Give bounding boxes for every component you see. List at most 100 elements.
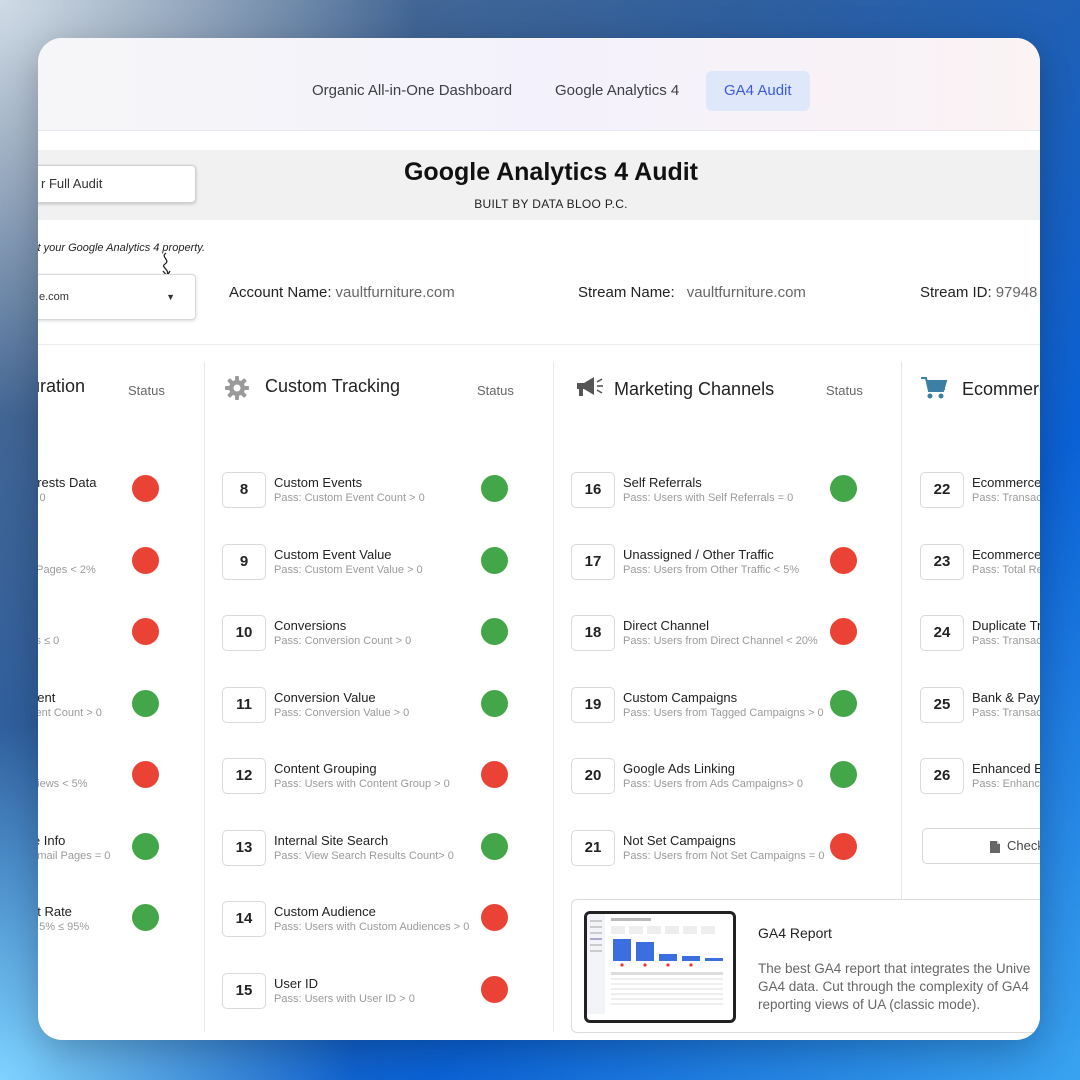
- check-pass-criteria: Pass: Custom Event Count > 0: [274, 492, 425, 504]
- document-icon: [989, 829, 1001, 863]
- check-number-badge: 16: [571, 472, 615, 508]
- section-divider: [38, 344, 1040, 345]
- report-thumbnail: [584, 911, 736, 1023]
- check-number-badge: 12: [222, 758, 266, 794]
- page-title: Google Analytics 4 Audit: [403, 158, 699, 186]
- tab-ga4-audit[interactable]: GA4 Audit: [706, 71, 810, 111]
- page-subtitle: BUILT BY DATA BLOO P.C.: [474, 197, 628, 211]
- check-number-badge: 17: [571, 543, 615, 580]
- property-select-value: e.com: [39, 291, 69, 303]
- status-fail-indicator: [132, 618, 159, 645]
- check-title: Not Set Campaigns: [623, 832, 736, 848]
- report-description: The best GA4 report that integrates the …: [758, 960, 1040, 1014]
- check-pass-criteria: Pass: Transacti: [972, 635, 1040, 647]
- check-pass-criteria: Pass: Users with Custom Audiences > 0: [274, 921, 470, 933]
- check-title: Content Grouping: [274, 761, 377, 776]
- check-pass-criteria: t Pages < 2%: [38, 563, 96, 576]
- tab-google-analytics-4[interactable]: Google Analytics 4: [537, 71, 697, 111]
- check-number-badge: 11: [222, 686, 266, 723]
- check-pass-criteria: Pass: Users from Tagged Campaigns > 0: [623, 706, 824, 719]
- chevron-down-icon: ▼: [166, 292, 175, 302]
- check-pass-criteria: Pass: View Search Results Count> 0: [274, 849, 454, 862]
- megaphone-icon: [577, 377, 603, 396]
- report-description-line: reporting views of UA (classic mode).: [758, 997, 981, 1012]
- status-pass-indicator: [481, 832, 508, 860]
- column-title-marketing-channels: Marketing Channels: [614, 379, 775, 399]
- check-pass-criteria: > 0: [38, 492, 46, 504]
- check-pass-criteria: Pass: Users with Self Referrals = 0: [623, 492, 794, 504]
- check-title: nent: [38, 689, 56, 705]
- status-fail-indicator: [481, 761, 508, 788]
- check-pass-criteria: Pass: Users from Other Traffic < 5%: [623, 563, 800, 576]
- check-pass-criteria: Pass: Users from Not Set Campaigns = 0: [623, 849, 825, 862]
- column-status-label: Status: [477, 383, 514, 398]
- status-fail-indicator: [481, 975, 508, 1003]
- column-title-custom-tracking: Custom Tracking: [265, 376, 401, 396]
- status-pass-indicator: [132, 832, 159, 860]
- check-title: Unassigned / Other Traffic: [623, 546, 774, 562]
- check-button-label: Check: [1007, 838, 1040, 853]
- check-pass-criteria: Pass: Transacti: [972, 706, 1040, 719]
- property-hint: ct your Google Analytics 4 property.: [38, 242, 206, 254]
- stream-name-value: vaultfurniture.com: [686, 284, 806, 301]
- column-status-label: Status: [128, 383, 165, 398]
- check-title: Custom Events: [274, 475, 363, 490]
- stream-id-label: Stream ID:: [920, 284, 992, 301]
- check-title: Duplicate Tra: [972, 618, 1040, 633]
- check-button[interactable]: Check: [922, 828, 1040, 864]
- check-title: Custom Audience: [274, 904, 376, 919]
- check-pass-criteria: Pass: Custom Event Value > 0: [274, 563, 423, 576]
- stream-id: Stream ID: 97948: [920, 284, 1037, 301]
- check-pass-criteria: Pass: Conversion Count > 0: [274, 635, 412, 647]
- status-fail-indicator: [830, 832, 857, 860]
- stream-name-label: Stream Name:: [578, 284, 675, 301]
- check-title: User ID: [274, 975, 319, 991]
- check-pass-criteria: Pass: Users from Ads Campaigns> 0: [623, 778, 804, 790]
- check-pass-criteria: Email Pages = 0: [38, 849, 111, 862]
- account-name: Account Name: vaultfurniture.com: [229, 284, 455, 301]
- check-pass-criteria: Pass: Users with Content Group > 0: [274, 778, 450, 790]
- check-title: Ecommerce: [972, 546, 1040, 562]
- ga4-report-card[interactable]: GA4 Report The best GA4 report that inte…: [571, 899, 1040, 1033]
- check-title: Bank & Paym: [972, 689, 1040, 705]
- account-name-label: Account Name:: [229, 284, 332, 301]
- status-fail-indicator: [132, 546, 159, 574]
- status-fail-indicator: [830, 618, 857, 645]
- dashboard-window: Organic All-in-One Dashboard Google Anal…: [38, 38, 1040, 1040]
- check-pass-criteria: vs ≤ 0: [38, 635, 60, 647]
- report-title: GA4 Report: [758, 925, 832, 941]
- check-number-badge: 26: [920, 758, 964, 794]
- check-pass-criteria: Pass: Total Rev: [972, 563, 1040, 576]
- check-number-badge: 15: [222, 972, 266, 1009]
- check-title: le Info: [38, 832, 66, 848]
- column-divider: [204, 362, 205, 1032]
- check-pass-criteria: Pass: Enhance: [972, 778, 1040, 790]
- status-pass-indicator: [830, 475, 857, 502]
- check-title: Conversion Value: [274, 689, 376, 705]
- tab-organic-dashboard[interactable]: Organic All-in-One Dashboard: [294, 71, 530, 111]
- check-pass-criteria: Pass: Conversion Value > 0: [274, 706, 410, 719]
- property-select[interactable]: e.com ▼: [38, 274, 196, 320]
- check-number-badge: 25: [920, 686, 964, 723]
- check-number-badge: 9: [222, 543, 266, 580]
- check-title: Ecommerce T: [972, 475, 1040, 490]
- column-title-ecommerce: Ecommerce: [962, 379, 1040, 399]
- check-number-badge: 10: [222, 615, 266, 651]
- check-number-badge: 20: [571, 758, 615, 794]
- status-pass-indicator: [132, 904, 159, 931]
- check-number-badge: 14: [222, 901, 266, 937]
- stream-id-value: 97948: [995, 284, 1038, 301]
- check-number-badge: 8: [222, 472, 266, 508]
- check-title: Self Referrals: [623, 475, 702, 490]
- check-title: Custom Event Value: [274, 546, 392, 562]
- column-status-label: Status: [826, 383, 863, 398]
- status-pass-indicator: [830, 761, 857, 788]
- status-pass-indicator: [481, 475, 508, 502]
- check-number-badge: 21: [571, 829, 615, 866]
- status-pass-indicator: [481, 689, 508, 717]
- column-title-configuration: uration: [38, 376, 86, 396]
- check-title: Conversions: [274, 618, 347, 633]
- check-pass-criteria: vent Count > 0: [38, 706, 102, 719]
- check-title: Custom Campaigns: [623, 689, 738, 705]
- full-audit-button[interactable]: r Full Audit: [38, 165, 196, 203]
